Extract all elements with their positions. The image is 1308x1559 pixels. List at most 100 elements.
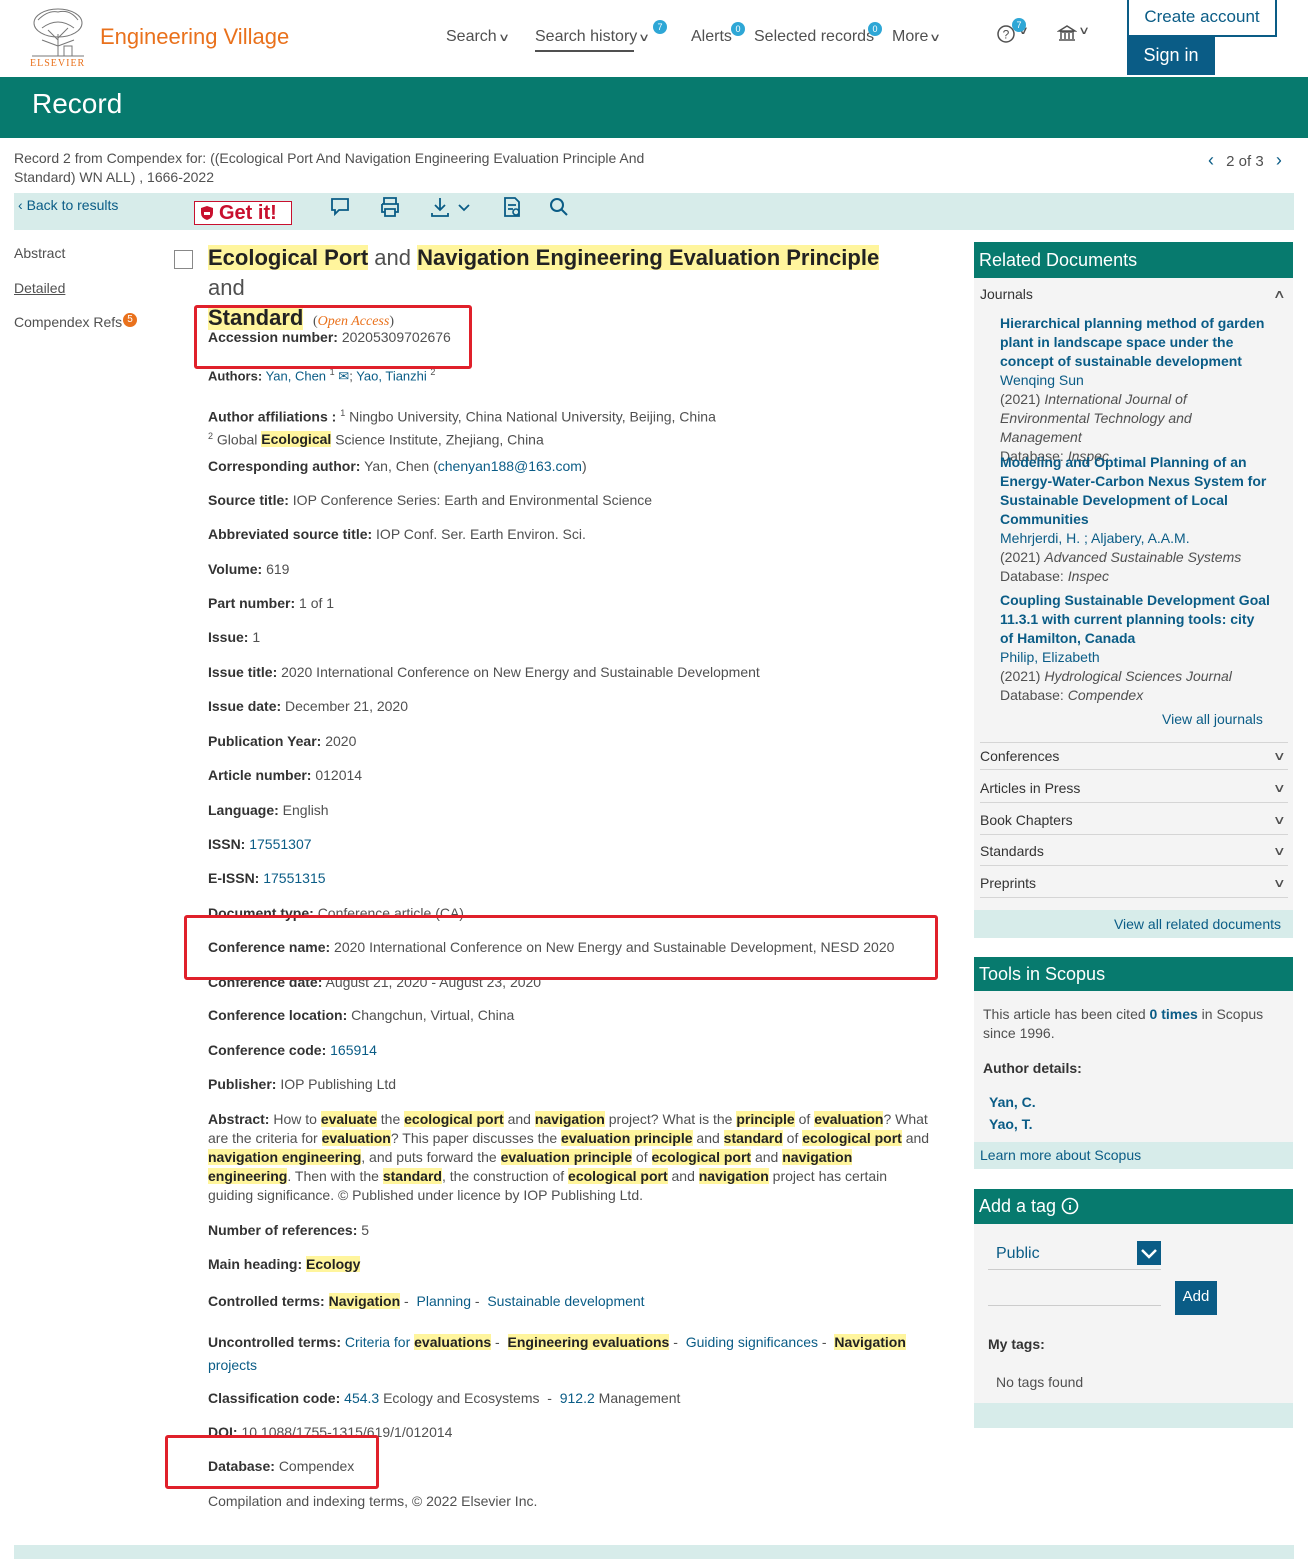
uncontrolled-term-link[interactable]: Criteria for evaluations: [345, 1334, 492, 1350]
learn-more-scopus-link[interactable]: Learn more about Scopus: [980, 1147, 1141, 1163]
elsevier-wordmark: ELSEVIER: [30, 58, 86, 69]
chevron-down-icon: ∨: [497, 32, 510, 44]
select-record-checkbox[interactable]: [174, 250, 193, 269]
corresponding-author-row: Corresponding author: Yan, Chen (chenyan…: [208, 458, 587, 474]
sign-in-button[interactable]: Sign in: [1127, 37, 1215, 75]
related-doc-title-link[interactable]: Modeling and Optimal Planning of an Ener…: [1000, 453, 1270, 529]
alerts-badge: 0: [731, 22, 745, 36]
get-it-button[interactable]: Get it!: [194, 201, 292, 225]
issn-row: ISSN: 17551307: [208, 836, 312, 852]
controlled-term-link[interactable]: Planning: [417, 1293, 472, 1309]
main-heading-link[interactable]: Ecology: [306, 1256, 361, 1272]
next-record-icon[interactable]: ›: [1276, 150, 1282, 170]
chevron-down-icon: ∨: [929, 32, 942, 44]
search-description: Record 2 from Compendex for: ((Ecologica…: [14, 150, 645, 185]
issn-link[interactable]: 17551307: [249, 836, 311, 852]
related-doc-author-link[interactable]: Philip, Elizabeth: [1000, 648, 1270, 667]
selected-records-badge: 0: [868, 22, 882, 36]
author-link[interactable]: Yao, Tianzhi: [356, 368, 427, 383]
cited-count-link[interactable]: 0 times: [1150, 1006, 1198, 1022]
comment-icon[interactable]: [328, 195, 352, 219]
main-heading-row: Main heading: Ecology: [208, 1256, 361, 1272]
create-account-button[interactable]: Create account: [1127, 0, 1277, 37]
related-doc-title-link[interactable]: Coupling Sustainable Development Goal 11…: [1000, 591, 1270, 648]
nav-search-history[interactable]: Search history∨: [535, 28, 651, 46]
eissn-link[interactable]: 17551315: [263, 870, 325, 886]
scopus-author-link[interactable]: Yao, T.: [989, 1116, 1033, 1132]
controlled-term-link[interactable]: Sustainable development: [487, 1293, 644, 1309]
classification-link[interactable]: 454.3: [344, 1390, 379, 1406]
volume-row: Volume: 619: [208, 561, 290, 577]
sidenav-abstract[interactable]: Abstract: [14, 245, 65, 261]
controlled-term-link[interactable]: Navigation: [328, 1293, 401, 1309]
compilation-note: Compilation and indexing terms, © 2022 E…: [208, 1493, 538, 1509]
tag-visibility-select[interactable]: Public: [988, 1240, 1161, 1270]
issue-title-row: Issue title: 2020 International Conferen…: [208, 664, 760, 680]
uncontrolled-terms-row: Uncontrolled terms: Criteria for evaluat…: [208, 1334, 906, 1373]
nav-selected-records[interactable]: Selected records: [754, 28, 874, 46]
classification-link[interactable]: 912.2: [560, 1390, 595, 1406]
institution-icon: [1056, 25, 1078, 41]
preprints-accordion[interactable]: Preprints ∨: [980, 870, 1288, 898]
language-row: Language: English: [208, 802, 329, 818]
email-link[interactable]: chenyan188@163.com: [438, 458, 582, 474]
view-all-journals-link[interactable]: View all journals: [1162, 711, 1263, 727]
search-icon[interactable]: [547, 195, 571, 219]
journals-accordion[interactable]: Journals ∧: [980, 281, 1288, 309]
conference-code-link[interactable]: 165914: [330, 1042, 377, 1058]
annotation-box: [194, 305, 472, 369]
back-to-results-link[interactable]: ‹ Back to results: [18, 197, 118, 213]
sidenav-compendex-refs[interactable]: Compendex Refs: [14, 314, 122, 330]
page-title: Record: [32, 88, 123, 119]
refs-count-badge: 5: [123, 313, 137, 327]
help-badge: 7: [1012, 18, 1026, 32]
issue-row: Issue: 1: [208, 629, 261, 645]
sidenav-detailed[interactable]: Detailed: [14, 280, 65, 296]
scopus-author-link[interactable]: Yan, C.: [989, 1094, 1036, 1110]
save-to-folder-icon[interactable]: [500, 195, 524, 219]
nav-institution[interactable]: ∨: [1056, 24, 1090, 49]
conference-location-row: Conference location: Changchun, Virtual,…: [208, 1007, 515, 1023]
conferences-accordion[interactable]: Conferences ∨: [980, 742, 1288, 770]
info-icon[interactable]: [1061, 1197, 1079, 1215]
standards-accordion[interactable]: Standards ∨: [980, 838, 1288, 866]
chevron-down-icon: ∨: [1273, 876, 1287, 890]
brand-title[interactable]: Engineering Village: [100, 24, 289, 50]
add-tag-button[interactable]: Add: [1175, 1281, 1217, 1315]
view-all-related-link[interactable]: View all related documents: [974, 910, 1293, 938]
articles-in-press-accordion[interactable]: Articles in Press ∨: [980, 775, 1288, 803]
elsevier-tree-logo[interactable]: [28, 6, 88, 58]
related-doc-item: Coupling Sustainable Development Goal 11…: [1000, 591, 1270, 703]
author-link[interactable]: Yan, Chen: [266, 368, 326, 383]
nav-search[interactable]: Search∨: [446, 28, 510, 46]
abbreviated-source-row: Abbreviated source title: IOP Conf. Ser.…: [208, 526, 586, 542]
chevron-down-icon: ∨: [1273, 844, 1287, 858]
related-doc-author-link[interactable]: Mehrjerdi, H. ; Aljabery, A.A.M.: [1000, 529, 1270, 548]
uncontrolled-term-link[interactable]: Engineering evaluations: [507, 1334, 670, 1350]
chevron-down-icon: ∨: [1273, 781, 1287, 795]
chevron-down-icon: ∨: [638, 32, 651, 44]
tag-input[interactable]: [988, 1280, 1161, 1306]
bottom-toolbar: [14, 1545, 1294, 1559]
book-chapters-accordion[interactable]: Book Chapters ∨: [980, 807, 1288, 835]
search-history-badge: 7: [653, 20, 667, 34]
chevron-down-icon: ∨: [1273, 813, 1287, 827]
nav-alerts[interactable]: Alerts: [691, 28, 732, 46]
scopus-header: Tools in Scopus: [974, 957, 1293, 991]
abstract-text: Abstract: How to evaluate the ecological…: [208, 1111, 930, 1203]
uncontrolled-term-link[interactable]: Guiding significances: [686, 1334, 818, 1350]
email-icon[interactable]: ✉: [338, 368, 349, 383]
print-icon[interactable]: [378, 195, 402, 219]
svg-text:?: ?: [1003, 28, 1010, 42]
authors-row: Authors: Yan, Chen 1 ✉; Yao, Tianzhi 2: [208, 367, 436, 384]
download-icon[interactable]: [428, 195, 474, 219]
related-doc-author-link[interactable]: Wenqing Sun: [1000, 371, 1270, 390]
previous-record-icon[interactable]: ‹: [1208, 150, 1214, 170]
add-tag-header: Add a tag: [974, 1189, 1293, 1224]
chevron-down-icon[interactable]: [1137, 1241, 1161, 1265]
shield-icon: [201, 206, 213, 220]
publication-year-row: Publication Year: 2020: [208, 733, 357, 749]
nav-more[interactable]: More∨: [892, 28, 942, 46]
related-doc-title-link[interactable]: Hierarchical planning method of garden p…: [1000, 314, 1270, 371]
my-tags-label: My tags:: [988, 1336, 1045, 1352]
